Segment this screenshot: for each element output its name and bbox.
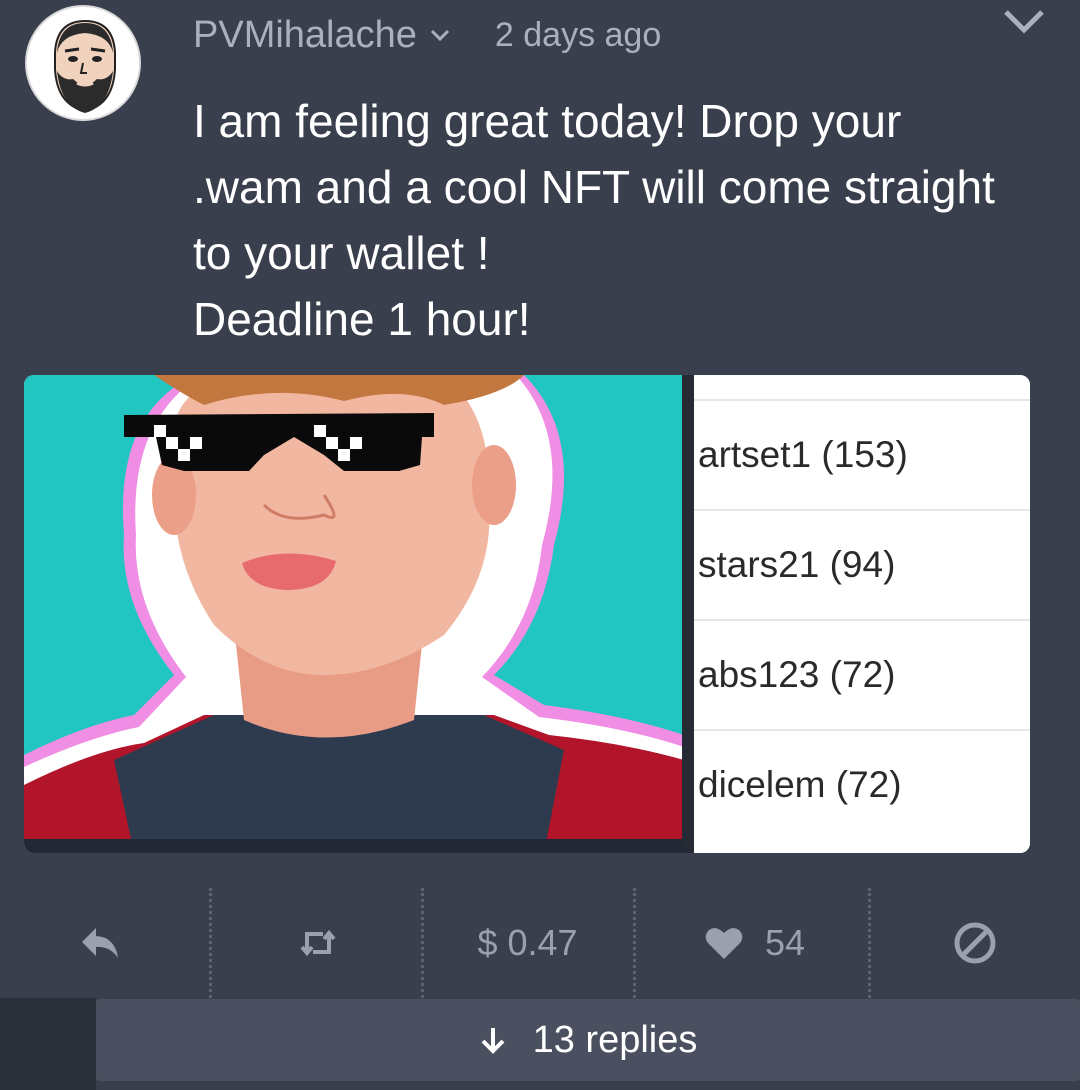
list-item: abs123 (72) [694,619,1030,729]
post-text-line: .wam and a cool NFT will come straight [193,161,995,213]
image-divider [682,375,694,853]
replies-count-label: 13 replies [532,1018,698,1061]
action-divider [633,888,636,998]
reply-icon [82,928,118,958]
list-item: stars21 (94) [694,509,1030,619]
post-text-line: I am feeling great today! Drop your [193,95,902,147]
screenshot-list-panel: artset1 (153) stars21 (94) abs123 (72) d… [694,375,1030,853]
arrow-down-icon [481,1028,505,1054]
post-body: I am feeling great today! Drop your .wam… [193,88,1033,352]
left-strip [0,998,96,1090]
post-header: PVMihalache 2 days ago [193,10,661,60]
nft-artwork-image [24,375,684,853]
block-icon [954,922,996,964]
reply-button[interactable] [40,888,160,998]
post-text-line: Deadline 1 hour! [193,293,531,345]
post-actions-bar: $ 0.47 54 [0,888,1080,998]
post-text-line: to your wallet ! [193,227,490,279]
chevron-down-icon[interactable] [429,24,451,46]
action-divider [868,888,871,998]
post-image[interactable]: artset1 (153) stars21 (94) abs123 (72) d… [24,375,1030,853]
flag-button[interactable] [915,888,1035,998]
avatar-image [27,7,139,119]
list-item: dicelem (72) [694,729,1030,839]
action-divider [421,888,424,998]
like-button[interactable]: 54 [690,888,820,998]
list-item: artset1 (153) [694,399,1030,509]
payout-button[interactable]: $ 0.47 [440,888,615,998]
avatar[interactable] [25,5,141,121]
repost-button[interactable] [258,888,378,998]
payout-value: $ 0.47 [477,922,578,963]
view-replies-button[interactable]: 13 replies [96,999,1080,1081]
action-divider [209,888,212,998]
collapse-chevron-icon[interactable] [1002,6,1046,38]
repost-icon [300,929,336,957]
post-timestamp[interactable]: 2 days ago [495,16,661,55]
like-count: 54 [764,922,806,963]
heart-icon [705,928,743,959]
username[interactable]: PVMihalache [193,14,417,57]
